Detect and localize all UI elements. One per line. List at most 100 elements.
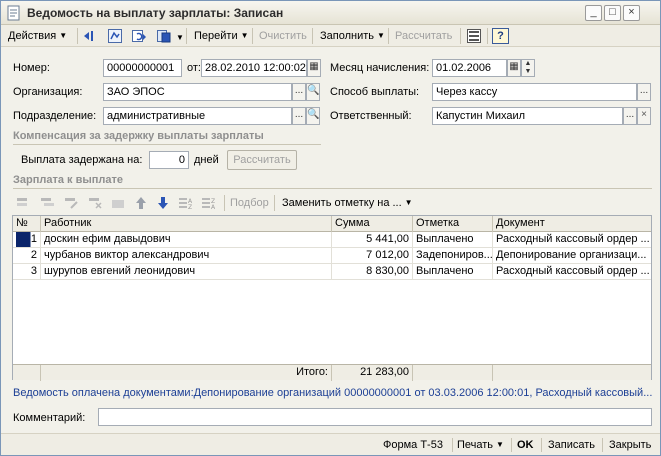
copy-row-icon[interactable] (39, 195, 55, 211)
move-down-icon[interactable] (155, 195, 171, 211)
responsible-field[interactable]: Капустин Михаил (432, 107, 623, 125)
row-number-cell[interactable]: 1 (13, 232, 41, 248)
svg-text:A: A (211, 204, 216, 211)
back-arrow-icon[interactable] (82, 28, 98, 44)
sort-asc-icon[interactable]: AZ (178, 195, 194, 211)
number-label: Номер: (13, 62, 50, 74)
actions-menu[interactable]: Действия ▼ (5, 27, 70, 45)
payment-method-label: Способ выплаты: (330, 86, 420, 98)
mark-cell[interactable]: Выплачено (413, 264, 493, 280)
structure-icon[interactable] (107, 28, 123, 44)
toolbar-separator (511, 438, 512, 452)
toolbar-separator (602, 438, 603, 452)
date-field[interactable]: 28.02.2010 12:00:02 (201, 59, 307, 77)
delete-row-icon[interactable] (87, 195, 103, 211)
goto-label: Перейти (194, 30, 238, 42)
row-number-cell[interactable]: 3 (13, 264, 41, 280)
worker-cell[interactable]: доскин ефим давыдович (41, 232, 332, 248)
window-title: Ведомость на выплату зарплаты: Записан (27, 6, 284, 20)
document-cell[interactable]: Расходный кассовый ордер ... (493, 264, 651, 280)
edit-row-icon[interactable] (63, 195, 79, 211)
sort-desc-icon[interactable]: ZA (201, 195, 217, 211)
sum-cell[interactable]: 5 441,00 (332, 232, 413, 248)
column-header-document[interactable]: Документ (493, 216, 651, 232)
select-ellipsis-icon[interactable]: ... (292, 83, 306, 101)
save-button[interactable]: Записать (548, 436, 595, 454)
minimize-button[interactable]: _ (585, 5, 602, 21)
document-cell[interactable]: Депонирование организаци... (493, 248, 651, 264)
comment-field[interactable] (98, 408, 652, 426)
document-window: Ведомость на выплату зарплаты: Записан _… (0, 0, 661, 456)
linked-docs-icon[interactable] (156, 28, 172, 44)
select-ellipsis-icon[interactable]: ... (623, 107, 637, 125)
toolbar-separator (77, 28, 78, 44)
toolbar-separator (487, 28, 488, 44)
help-button[interactable]: ? (492, 28, 509, 44)
search-icon[interactable]: 🔍 (306, 107, 320, 125)
form-t53-button[interactable]: Форма Т-53 (383, 436, 443, 454)
calculate-compensation-button[interactable]: Рассчитать (227, 150, 297, 170)
footer-cell (13, 365, 41, 381)
sum-cell[interactable]: 7 012,00 (332, 248, 413, 264)
clear-button[interactable]: Очистить (256, 27, 310, 45)
list-settings-icon[interactable] (466, 28, 482, 44)
worker-cell[interactable]: шурупов евгений леонидович (41, 264, 332, 280)
worker-cell[interactable]: чурбанов виктор александрович (41, 248, 332, 264)
number-field[interactable]: 00000000001 (103, 59, 182, 77)
payment-method-field[interactable]: Через кассу (432, 83, 637, 101)
column-header-worker[interactable]: Работник (41, 216, 332, 232)
clear-x-icon[interactable]: × (637, 107, 651, 125)
row-number-cell[interactable]: 2 (13, 248, 41, 264)
ok-button[interactable]: OK (517, 436, 534, 454)
dropdown-arrow-icon: ▼ (59, 31, 68, 40)
sum-cell[interactable]: 8 830,00 (332, 264, 413, 280)
replace-mark-menu[interactable]: Заменить отметку на ... ▼ (279, 194, 416, 212)
calculate-toolbar-button[interactable]: Рассчитать (392, 27, 455, 45)
dept-field[interactable]: административные (103, 107, 292, 125)
column-header-sum[interactable]: Сумма (332, 216, 413, 232)
payment-documents-link[interactable]: Ведомость оплачена документами:Депониров… (13, 387, 652, 399)
toolbar-separator (312, 28, 313, 44)
delay-days-field[interactable]: 0 (149, 151, 189, 169)
refresh-icon[interactable] (131, 28, 147, 44)
search-icon[interactable]: 🔍 (306, 83, 320, 101)
mark-cell[interactable]: Выплачено (413, 232, 493, 248)
table-row[interactable]: 3 шурупов евгений леонидович 8 830,00 Вы… (13, 264, 651, 280)
title-bar: Ведомость на выплату зарплаты: Записан _… (1, 1, 660, 25)
document-cell[interactable]: Расходный кассовый ордер ... (493, 232, 651, 248)
select-button[interactable]: Подбор (227, 194, 272, 212)
column-header-mark[interactable]: Отметка (413, 216, 493, 232)
select-ellipsis-icon[interactable]: ... (637, 83, 651, 101)
month-field[interactable]: 01.02.2006 (432, 59, 507, 77)
add-row-icon[interactable] (15, 195, 31, 211)
dept-label: Подразделение: (13, 110, 97, 122)
move-up-icon[interactable] (133, 195, 149, 211)
payroll-table: № Работник Сумма Отметка Документ 1 доск… (12, 215, 652, 381)
close-window-button[interactable]: × (623, 5, 640, 21)
svg-text:Z: Z (188, 204, 192, 211)
row-number: 1 (16, 232, 37, 247)
table-row[interactable]: 2 чурбанов виктор александрович 7 012,00… (13, 248, 651, 264)
section-divider (13, 188, 652, 189)
end-edit-icon[interactable] (110, 195, 126, 211)
print-menu[interactable]: Печать ▼ (457, 436, 504, 454)
toolbar-separator (452, 438, 453, 452)
goto-menu[interactable]: Перейти ▼ (191, 27, 252, 45)
salary-section-title: Зарплата к выплате (13, 174, 124, 186)
main-toolbar: Действия ▼ ▼ Перейти ▼ Очистить Заполнить ▼… (1, 25, 660, 47)
select-ellipsis-icon[interactable]: ... (292, 107, 306, 125)
document-icon (7, 5, 20, 21)
month-spinner-icon[interactable]: ▲ ▼ (521, 59, 535, 77)
calendar-icon[interactable]: ▦ (307, 59, 321, 77)
actions-label: Действия (8, 30, 57, 42)
org-field[interactable]: ЗАО ЭПОС (103, 83, 292, 101)
close-button[interactable]: Закрыть (609, 436, 651, 454)
table-row[interactable]: 1 доскин ефим давыдович 5 441,00 Выплаче… (13, 232, 651, 248)
maximize-button[interactable]: □ (604, 5, 621, 21)
calendar-icon[interactable]: ▦ (507, 59, 521, 77)
mark-cell[interactable]: Задепониров... (413, 248, 493, 264)
dropdown-arrow-icon[interactable]: ▼ (176, 33, 184, 42)
fill-menu[interactable]: Заполнить ▼ (317, 27, 388, 45)
toolbar-separator (224, 195, 225, 211)
column-header-number[interactable]: № (13, 216, 41, 232)
